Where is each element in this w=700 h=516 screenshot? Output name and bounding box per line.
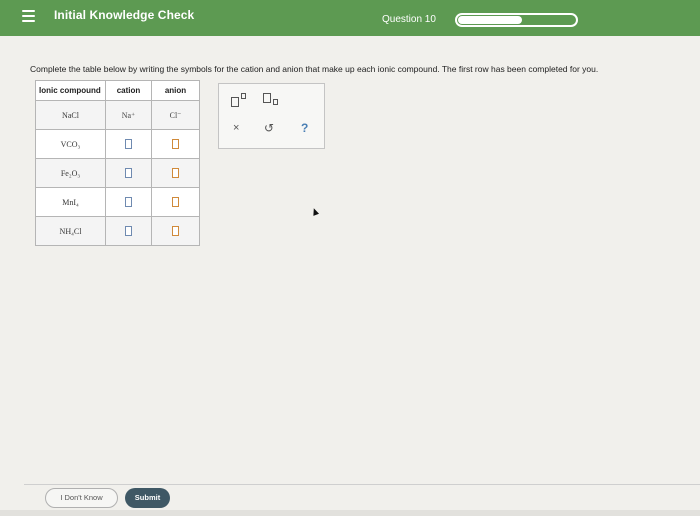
header-cation: cation [105, 80, 152, 101]
footer-shadow [0, 510, 700, 516]
anion-answer-box[interactable] [172, 226, 179, 236]
anion-cell[interactable] [151, 158, 200, 188]
cation-answer-box[interactable] [125, 139, 132, 149]
header-ionic-compound: Ionic compound [35, 80, 106, 101]
header-anion: anion [151, 80, 200, 101]
app-title: Initial Knowledge Check [54, 8, 195, 22]
cation-answer-box[interactable] [125, 226, 132, 236]
undo-icon[interactable]: ↺ [264, 121, 274, 135]
cation-answer-box[interactable] [125, 168, 132, 178]
cation-answer-box[interactable] [125, 197, 132, 207]
compound-cell: VCO₃ [35, 129, 106, 159]
anion-answer-box[interactable] [172, 168, 179, 178]
ionic-compound-table: Ionic compound cation anion NaCl Na⁺ Cl⁻… [35, 80, 200, 246]
table-row: MnI₄ [35, 187, 200, 217]
anion-answer-box[interactable] [172, 197, 179, 207]
compound-formula: Fe₂O₃ [60, 168, 81, 178]
table-row: NH₄Cl [35, 216, 200, 246]
progress-bar [455, 13, 578, 27]
compound-cell: Fe₂O₃ [35, 158, 106, 188]
compound-cell: MnI₄ [35, 187, 106, 217]
compound-formula: NH₄Cl [59, 226, 82, 236]
cation-cell: Na⁺ [105, 100, 152, 130]
cation-cell[interactable] [105, 187, 152, 217]
anion-cell[interactable] [151, 187, 200, 217]
help-icon[interactable]: ? [301, 121, 308, 135]
cation-cell[interactable] [105, 158, 152, 188]
compound-formula: VCO₃ [60, 139, 81, 149]
anion-cell[interactable] [151, 129, 200, 159]
dont-know-button[interactable]: I Don't Know [45, 488, 118, 508]
mouse-cursor-icon [310, 207, 320, 216]
anion-given: Cl⁻ [169, 110, 182, 120]
cation-cell[interactable] [105, 216, 152, 246]
footer-divider [24, 484, 700, 485]
table-row: VCO₃ [35, 129, 200, 159]
cation-cell[interactable] [105, 129, 152, 159]
anion-cell: Cl⁻ [151, 100, 200, 130]
table-row: NaCl Na⁺ Cl⁻ [35, 100, 200, 130]
anion-cell[interactable] [151, 216, 200, 246]
compound-cell: NH₄Cl [35, 216, 106, 246]
progress-fill [458, 16, 522, 24]
clear-icon[interactable]: × [233, 122, 239, 134]
anion-answer-box[interactable] [172, 139, 179, 149]
question-label: Question 10 [382, 14, 436, 25]
question-instruction: Complete the table below by writing the … [30, 64, 599, 74]
submit-button[interactable]: Submit [125, 488, 170, 508]
formula-toolbox: × ↺ ? [218, 83, 325, 149]
hamburger-menu-icon[interactable] [22, 10, 35, 22]
top-bar: Initial Knowledge Check Question 10 [0, 0, 700, 36]
cation-given: Na⁺ [121, 110, 136, 120]
table-row: Fe₂O₃ [35, 158, 200, 188]
compound-formula: MnI₄ [62, 197, 79, 207]
compound-cell: NaCl [35, 100, 106, 130]
compound-formula: NaCl [62, 110, 79, 120]
